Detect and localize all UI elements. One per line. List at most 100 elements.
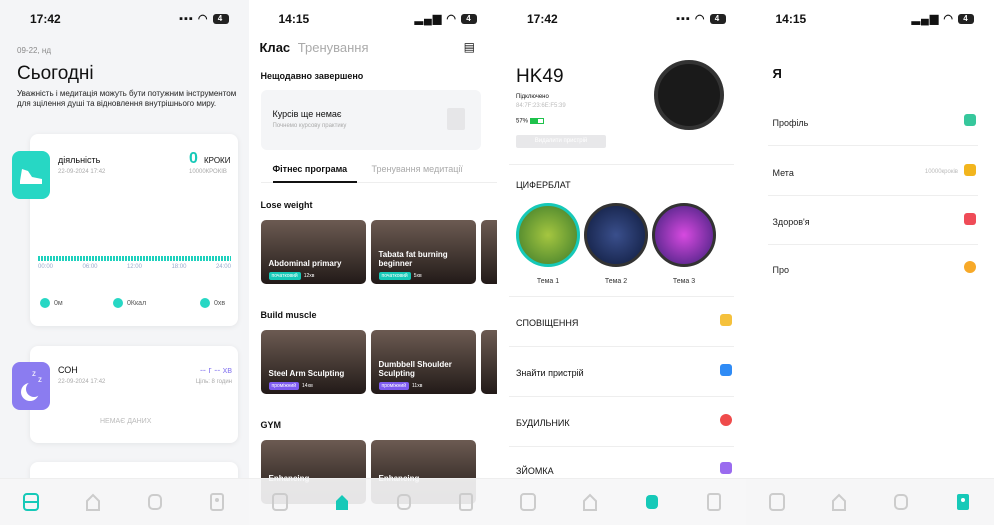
profile-icon xyxy=(964,114,976,126)
tab-profile[interactable] xyxy=(208,493,226,511)
recent-title: Нещодавно завершено xyxy=(260,71,364,81)
sleep-card[interactable]: СОН 22-09-2024 17:42 -- г -- хв Ціль: 8 … xyxy=(30,346,238,443)
workout-card-partial[interactable] xyxy=(480,330,497,394)
time-stat: 0хв xyxy=(200,298,225,308)
tick-label: 06:00 xyxy=(82,264,98,270)
distance-icon xyxy=(40,298,50,308)
screen-today: 17:42 ▪▪▪ ◠ 4 09-22, нд Сьогодні Уважніс… xyxy=(0,0,249,525)
activity-bar-chart xyxy=(38,256,231,261)
distance-stat: 0м xyxy=(40,298,63,308)
calorie-text: 0Ккал xyxy=(127,299,147,307)
tab-workout[interactable] xyxy=(84,493,102,511)
tab-profile[interactable] xyxy=(954,493,972,511)
workout-name: Steel Arm Sculpting xyxy=(268,369,345,378)
notes-icon[interactable]: ▤ xyxy=(464,40,475,54)
tab-workout[interactable] xyxy=(830,493,848,511)
status-bar: 17:42 ▪▪▪ ◠ 4 xyxy=(497,9,746,29)
status-time: 17:42 xyxy=(30,12,61,26)
sleep-timestamp: 22-09-2024 17:42 xyxy=(58,379,106,385)
workout-name: Dumbbell Shoulder Sculpting xyxy=(378,360,452,378)
page-title: Я xyxy=(772,66,782,81)
tab-home[interactable] xyxy=(768,493,786,511)
bottom-tab-bar xyxy=(248,478,497,525)
unbind-button[interactable]: Видалити пристрій xyxy=(516,135,606,148)
screen-classes: 14:15 ▂▄▆ ◠ 4 Клас Тренування ▤ Нещодавн… xyxy=(248,0,498,525)
camera-icon xyxy=(719,462,732,474)
status-bar: 14:15 ▂▄▆ ◠ 4 xyxy=(249,9,498,29)
tab-device[interactable] xyxy=(892,493,910,511)
tab-workout[interactable] xyxy=(581,493,599,511)
distance-text: 0м xyxy=(54,299,63,307)
workout-card[interactable]: Tabata fat burning beginner початковий 5х… xyxy=(370,220,476,284)
trophy-icon xyxy=(964,164,976,176)
status-icons: ▪▪▪ ◠ 4 xyxy=(179,12,229,25)
workout-duration: 12хв xyxy=(303,273,315,279)
calorie-stat: 0Ккал xyxy=(113,298,146,308)
workout-level: проміжний xyxy=(268,382,300,390)
document-icon xyxy=(446,108,465,130)
workout-name: Tabata fat burning beginner xyxy=(378,250,448,268)
workout-card-partial[interactable] xyxy=(480,220,497,284)
screen-device: 17:42 ▪▪▪ ◠ 4 HK49 Підключено 84:7F:23:6… xyxy=(497,0,746,525)
status-bar: 14:15 ▂▄▆ ◠ 4 xyxy=(746,9,994,29)
tab-meditation[interactable]: Тренування медитації xyxy=(372,164,463,174)
notifications-row[interactable]: СПОВІЩЕННЯ xyxy=(516,318,578,328)
tab-home[interactable] xyxy=(22,493,40,511)
activity-time-ticks: 00:00 06:00 12:00 18:00 24:00 xyxy=(38,264,231,270)
tab-device[interactable] xyxy=(643,493,661,511)
goal-row[interactable]: Мета xyxy=(773,168,794,178)
no-data-label: НЕМАЄ ДАНИХ xyxy=(100,418,152,425)
workout-duration: 11хв xyxy=(412,383,423,389)
watch-face-2[interactable] xyxy=(584,203,648,267)
tab-home[interactable] xyxy=(271,493,289,511)
watch-face-3[interactable] xyxy=(652,203,716,267)
sub-tabs: Фітнес програма Тренування медитації xyxy=(260,161,497,183)
tab-training[interactable]: Тренування xyxy=(298,40,369,55)
workout-card[interactable]: Dumbbell Shoulder Sculpting проміжний 11х… xyxy=(370,330,476,394)
tab-profile[interactable] xyxy=(705,493,723,511)
steps-value: 0 xyxy=(189,150,198,167)
sleep-goal: Ціль: 8 годин xyxy=(195,379,232,385)
goal-value: 10000кроків xyxy=(924,169,958,175)
tab-profile[interactable] xyxy=(457,493,475,511)
health-row[interactable]: Здоров'я xyxy=(773,217,810,227)
tab-home[interactable] xyxy=(519,493,537,511)
face-label: Тема 2 xyxy=(604,278,628,285)
tab-class[interactable]: Клас xyxy=(260,40,291,55)
workout-meta: початковий 5хв xyxy=(378,272,422,280)
profile-row[interactable]: Профіль xyxy=(773,118,809,128)
status-icons: ▪▪▪ ◠ 4 xyxy=(676,12,726,25)
watch-image xyxy=(654,60,724,130)
tab-fitness-program[interactable]: Фітнес програма xyxy=(273,164,348,174)
tab-device[interactable] xyxy=(395,493,413,511)
battery-icon xyxy=(529,118,544,124)
about-row[interactable]: Про xyxy=(773,265,789,275)
page-title: Сьогодні xyxy=(17,63,94,84)
status-time: 14:15 xyxy=(775,12,807,26)
sleep-label: СОН xyxy=(58,365,78,375)
tick-label: 12:00 xyxy=(126,264,142,270)
watch-face-1[interactable] xyxy=(516,203,580,267)
top-tabs: Клас Тренування xyxy=(260,40,369,55)
page-description: Уважність і медитація можуть бути потужн… xyxy=(17,89,237,108)
status-icons: ▂▄▆ ◠ 4 xyxy=(415,12,477,25)
tick-label: 24:00 xyxy=(215,264,231,270)
tab-workout[interactable] xyxy=(333,493,351,511)
moon-icon: zz xyxy=(12,362,50,410)
status-icons: ▂▄▆ ◠ 4 xyxy=(912,12,974,25)
empty-courses-card: Курсів ще немає Почнемо курсову практику xyxy=(260,90,481,150)
tab-device[interactable] xyxy=(146,493,164,511)
message-icon xyxy=(719,314,732,326)
sleep-value: -- г -- хв xyxy=(199,365,232,375)
activity-label: діяльність xyxy=(58,155,101,165)
info-icon xyxy=(964,261,976,273)
workout-card[interactable]: Abdominal primary початковий 12хв xyxy=(260,220,366,284)
divider xyxy=(509,346,734,347)
workout-level: початковий xyxy=(378,272,411,280)
empty-subtitle: Почнемо курсову практику xyxy=(272,123,347,129)
alarm-row[interactable]: БУДИЛЬНИК xyxy=(516,418,570,428)
workout-card[interactable]: Steel Arm Sculpting проміжний 14хв xyxy=(260,330,366,394)
camera-row[interactable]: ЗЙОМКА xyxy=(516,466,554,476)
tick-label: 18:00 xyxy=(171,264,187,270)
find-device-row[interactable]: Знайти пристрій xyxy=(516,368,584,378)
